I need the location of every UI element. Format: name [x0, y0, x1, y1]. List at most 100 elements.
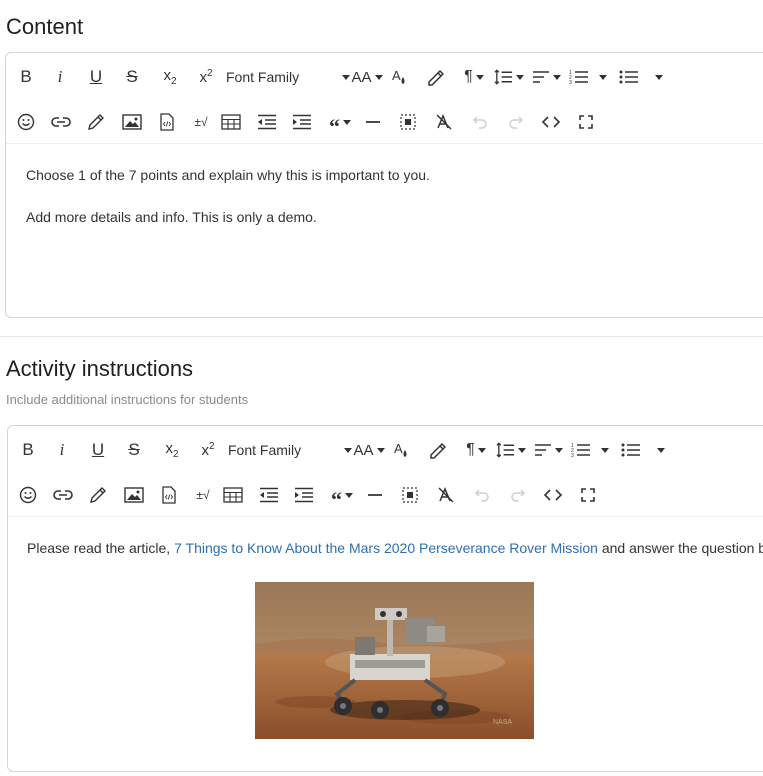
line-height-dropdown[interactable] [494, 61, 524, 93]
highlighter-icon[interactable] [424, 61, 446, 93]
chevron-down-icon [345, 492, 353, 498]
chevron-down-icon [374, 74, 383, 80]
strikethrough-button[interactable]: S [122, 61, 142, 93]
article-link[interactable]: 7 Things to Know About the Mars 2020 Per… [174, 540, 598, 556]
chevron-down-icon [516, 74, 524, 80]
pencil-icon[interactable] [88, 479, 108, 511]
text-color-icon[interactable]: A [392, 434, 412, 466]
svg-text:3: 3 [571, 453, 574, 458]
indent-icon[interactable] [293, 479, 315, 511]
link-icon[interactable] [52, 479, 74, 511]
image-watermark: NASA [493, 719, 512, 726]
content-title: Content [6, 14, 84, 39]
outdent-icon[interactable] [258, 479, 280, 511]
content-paragraph-2: Add more details and info. This is only … [26, 209, 317, 225]
chevron-down-icon [342, 74, 350, 80]
chevron-down-icon [554, 447, 563, 453]
link-icon[interactable] [50, 106, 72, 138]
font-size-dropdown[interactable]: AA [352, 61, 383, 93]
chevron-down-icon [343, 119, 351, 125]
instructions-paragraph: Please read the article, 7 Things to Kno… [27, 540, 763, 556]
chevron-down-icon [475, 74, 484, 80]
special-characters-button[interactable]: ±√ [190, 106, 212, 138]
content-editor[interactable]: B i U S x2 x2 Font Family AA A ¶ 123 ±√ … [5, 52, 763, 318]
content-paragraph-1: Choose 1 of the 7 points and explain why… [26, 167, 430, 183]
horizontal-line-icon[interactable] [364, 106, 382, 138]
table-icon[interactable] [220, 106, 242, 138]
align-dropdown[interactable] [530, 61, 562, 93]
underline-button[interactable]: U [86, 61, 106, 93]
unordered-list-dropdown[interactable] [618, 61, 664, 93]
emoji-icon[interactable] [15, 106, 37, 138]
file-icon[interactable] [157, 106, 177, 138]
clear-formatting-icon[interactable] [436, 479, 456, 511]
select-all-icon[interactable] [401, 479, 419, 511]
section-divider [0, 336, 763, 337]
strikethrough-button[interactable]: S [124, 434, 144, 466]
line-height-dropdown[interactable] [496, 434, 526, 466]
redo-icon[interactable] [508, 479, 528, 511]
table-icon[interactable] [222, 479, 244, 511]
toolbar-row-insert: ±√ “ [6, 100, 763, 144]
fullscreen-icon[interactable] [578, 479, 598, 511]
chevron-down-icon [601, 447, 609, 453]
chevron-down-icon [552, 74, 561, 80]
subscript-button[interactable]: x2 [158, 61, 182, 93]
align-dropdown[interactable] [532, 434, 564, 466]
toolbar-divider [8, 516, 763, 517]
image-icon[interactable] [123, 479, 145, 511]
special-characters-button[interactable]: ±√ [192, 479, 214, 511]
chevron-down-icon [655, 74, 663, 80]
image-icon[interactable] [121, 106, 143, 138]
activity-editor-body[interactable]: Please read the article, 7 Things to Kno… [27, 538, 763, 580]
svg-text:A: A [394, 441, 403, 456]
emoji-icon[interactable] [17, 479, 39, 511]
underline-button[interactable]: U [88, 434, 108, 466]
mars-rover-image: NASA [255, 582, 534, 739]
file-icon[interactable] [159, 479, 179, 511]
superscript-button[interactable]: x2 [196, 434, 220, 466]
clear-formatting-icon[interactable] [434, 106, 454, 138]
ordered-list-dropdown[interactable]: 123 [568, 61, 608, 93]
activity-subtitle: Include additional instructions for stud… [6, 392, 249, 407]
italic-button[interactable]: i [52, 61, 68, 93]
code-view-icon[interactable] [542, 479, 564, 511]
pencil-icon[interactable] [86, 106, 106, 138]
undo-icon[interactable] [472, 479, 492, 511]
chevron-down-icon [518, 447, 526, 453]
bold-button[interactable]: B [16, 61, 36, 93]
font-family-dropdown[interactable]: Font Family [228, 434, 352, 466]
superscript-button[interactable]: x2 [194, 61, 218, 93]
undo-icon[interactable] [470, 106, 490, 138]
chevron-down-icon [344, 447, 352, 453]
text-color-icon[interactable]: A [390, 61, 410, 93]
highlighter-icon[interactable] [426, 434, 448, 466]
chevron-down-icon [599, 74, 607, 80]
toolbar-row-formatting: B i U S x2 x2 Font Family AA A ¶ 123 [8, 428, 763, 472]
bold-button[interactable]: B [18, 434, 38, 466]
redo-icon[interactable] [506, 106, 526, 138]
code-view-icon[interactable] [540, 106, 562, 138]
unordered-list-dropdown[interactable] [620, 434, 666, 466]
toolbar-row-insert: ±√ “ [8, 473, 763, 517]
quote-dropdown[interactable]: “ [326, 479, 358, 511]
font-family-dropdown[interactable]: Font Family [226, 61, 350, 93]
chevron-down-icon [477, 447, 486, 453]
activity-editor[interactable]: B i U S x2 x2 Font Family AA A ¶ 123 ±√ … [7, 425, 763, 772]
paragraph-format-dropdown[interactable]: ¶ [460, 61, 488, 93]
content-editor-body[interactable]: Choose 1 of the 7 points and explain why… [26, 165, 763, 249]
svg-text:A: A [392, 68, 401, 83]
ordered-list-dropdown[interactable]: 123 [570, 434, 610, 466]
italic-button[interactable]: i [54, 434, 70, 466]
svg-text:3: 3 [569, 80, 572, 85]
activity-title: Activity instructions [6, 356, 194, 381]
horizontal-line-icon[interactable] [366, 479, 384, 511]
indent-icon[interactable] [291, 106, 313, 138]
outdent-icon[interactable] [256, 106, 278, 138]
fullscreen-icon[interactable] [576, 106, 596, 138]
quote-dropdown[interactable]: “ [324, 106, 356, 138]
select-all-icon[interactable] [399, 106, 417, 138]
subscript-button[interactable]: x2 [160, 434, 184, 466]
font-size-dropdown[interactable]: AA [354, 434, 385, 466]
paragraph-format-dropdown[interactable]: ¶ [462, 434, 490, 466]
